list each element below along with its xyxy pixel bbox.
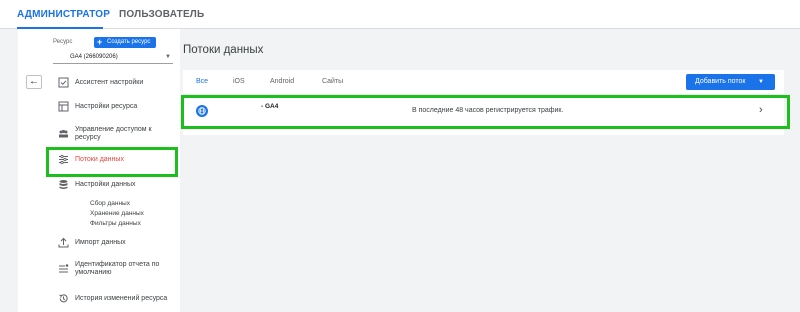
tab-ios[interactable]: iOS [233, 70, 245, 95]
sidebar-subitem-data-retention[interactable]: Хранение данных [90, 210, 144, 217]
sidebar-subitem-data-collection[interactable]: Сбор данных [90, 200, 130, 207]
sidebar-item-label: История изменений ресурса [75, 295, 168, 302]
caret-down-icon: ▼ [165, 54, 171, 60]
upload-icon [58, 237, 69, 248]
arrow-left-icon: ← [29, 76, 39, 87]
sidebar-item-property-settings[interactable]: Настройки ресурса [50, 96, 178, 118]
checkbox-icon [58, 77, 69, 88]
sidebar-item-label: Ассистент настройки [75, 79, 144, 86]
top-tab-bar: АДМИНИСТРАТОР ПОЛЬЗОВАТЕЛЬ [0, 0, 800, 29]
resource-select-value: GA4 (266090206) [70, 54, 118, 60]
sidebar-item-label: Настройки ресурса [75, 103, 138, 110]
property-settings-icon [58, 101, 69, 112]
page-title: Потоки данных [183, 44, 264, 56]
sidebar-item-setup-assistant[interactable]: Ассистент настройки [50, 72, 178, 94]
sidebar-item-access-management[interactable]: Управление доступом к ресурсу [50, 123, 178, 145]
database-icon [58, 179, 69, 190]
plus-icon: + [97, 37, 103, 47]
sidebar-item-data-settings[interactable]: Настройки данных [50, 174, 178, 196]
tab-web[interactable]: Сайты [322, 70, 343, 95]
sidebar-item-label: Идентификатор отчета по умолчанию [75, 261, 160, 276]
back-button[interactable]: ← [26, 75, 42, 89]
stream-filter-tabs: Все iOS Android Сайты Добавить поток ▼ [183, 70, 784, 95]
sidebar-item-data-import[interactable]: Импорт данных [50, 232, 178, 254]
add-stream-button[interactable]: Добавить поток ▼ [686, 74, 775, 90]
people-icon [58, 128, 69, 139]
sidebar-item-change-history[interactable]: История изменений ресурса [50, 288, 178, 310]
history-icon [58, 293, 69, 304]
caret-down-icon: ▼ [758, 79, 764, 85]
create-resource-label: Создать ресурс [107, 39, 151, 45]
highlight-box-nav [46, 147, 178, 177]
resource-select[interactable]: GA4 (266090206) ▼ [53, 52, 173, 64]
highlight-box-stream [181, 95, 790, 129]
report-id-icon [58, 263, 69, 274]
sidebar-subitem-data-filters[interactable]: Фильтры данных [90, 220, 141, 227]
sidebar-item-report-identity[interactable]: Идентификатор отчета по умолчанию [50, 258, 178, 280]
tab-user[interactable]: ПОЛЬЗОВАТЕЛЬ [119, 0, 204, 29]
create-resource-button[interactable]: + Создать ресурс [94, 37, 156, 48]
tab-android[interactable]: Android [270, 70, 294, 95]
sidebar-item-label: Настройки данных [75, 181, 136, 188]
tab-administrator[interactable]: АДМИНИСТРАТОР [17, 0, 110, 29]
tab-all[interactable]: Все [196, 70, 208, 95]
add-stream-label: Добавить поток [695, 78, 746, 85]
sidebar-item-label: Управление доступом к ресурсу [75, 126, 152, 141]
resource-label: Ресурс [53, 39, 73, 45]
sidebar-item-label: Импорт данных [75, 239, 126, 246]
